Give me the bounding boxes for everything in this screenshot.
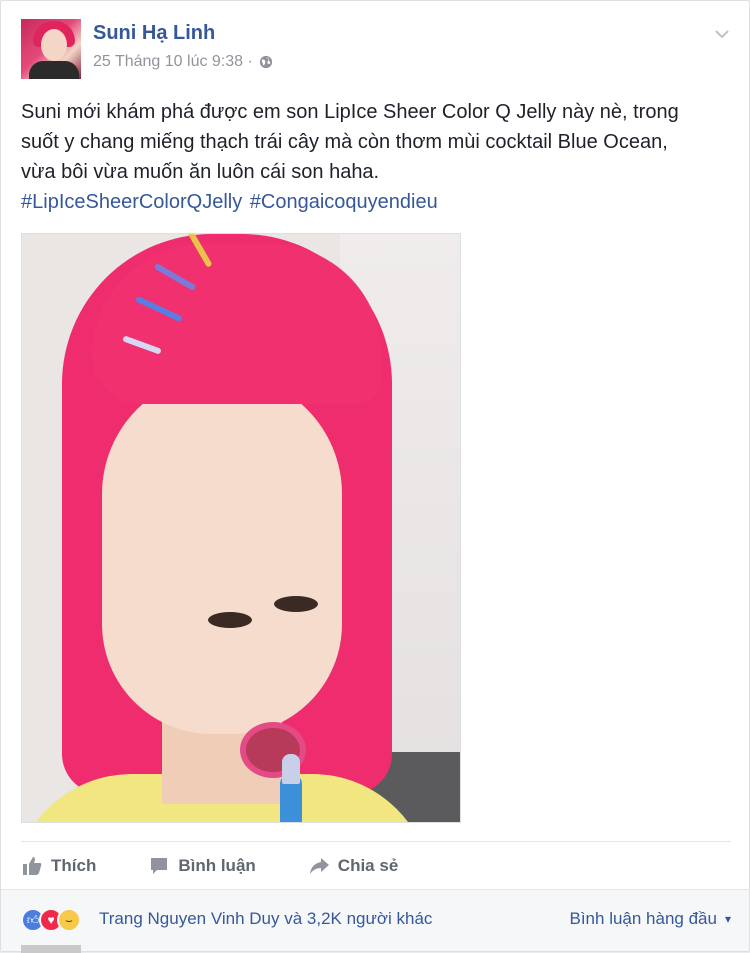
thumbs-up-icon [23,856,42,875]
author-name[interactable]: Suni Hạ Linh [93,22,215,45]
post-text-line: vừa bôi vừa muốn ăn luôn cái son haha. [21,161,380,183]
comment-icon [151,857,168,874]
reaction-icons[interactable]: 👍︎ ♥ ⌣ [21,908,81,932]
chevron-down-icon[interactable] [713,25,731,43]
post-actions: Thích Bình luận Chia sẻ [21,841,731,889]
share-button[interactable]: Chia sẻ [308,855,398,877]
comment-button[interactable]: Bình luận [148,855,256,877]
like-button[interactable]: Thích [21,855,96,877]
author-avatar[interactable] [21,19,81,79]
post-text-line: Suni mới khám phá được em son LipIce She… [21,101,679,123]
post-header: Suni Hạ Linh 25 Tháng 10 lúc 9:38 · [21,19,731,81]
post-card: Suni Hạ Linh 25 Tháng 10 lúc 9:38 · Suni… [0,0,750,953]
share-label: Chia sẻ [337,855,399,875]
top-comments-dropdown[interactable]: Bình luận hàng đầu ▾ [570,909,732,929]
hashtag-link[interactable]: #LipIceSheerColorQJelly [21,191,242,213]
hashtags: #LipIceSheerColorQJelly #Congaicoquyendi… [21,187,731,217]
globe-icon[interactable] [259,55,273,69]
haha-icon: ⌣ [57,908,81,932]
post-timestamp[interactable]: 25 Tháng 10 lúc 9:38 · [93,53,253,71]
comment-label: Bình luận [178,855,256,875]
reactions-bar: 👍︎ ♥ ⌣ Trang Nguyen Vinh Duy và 3,2K ngư… [1,889,749,951]
post-photo[interactable] [21,233,461,823]
post-text: Suni mới khám phá được em son LipIce She… [21,97,731,217]
post-text-line: suốt y chang miếng thạch trái cây mà còn… [21,131,668,153]
dropdown-caret-icon: ▾ [724,912,731,926]
hashtag-link[interactable]: #Congaicoquyendieu [250,191,438,213]
like-label: Thích [51,855,97,875]
post-meta: 25 Tháng 10 lúc 9:38 · [93,53,273,71]
top-comments-label: Bình luận hàng đầu [569,909,717,928]
reaction-summary[interactable]: Trang Nguyen Vinh Duy và 3,2K người khác [99,909,432,929]
share-icon [309,857,329,874]
